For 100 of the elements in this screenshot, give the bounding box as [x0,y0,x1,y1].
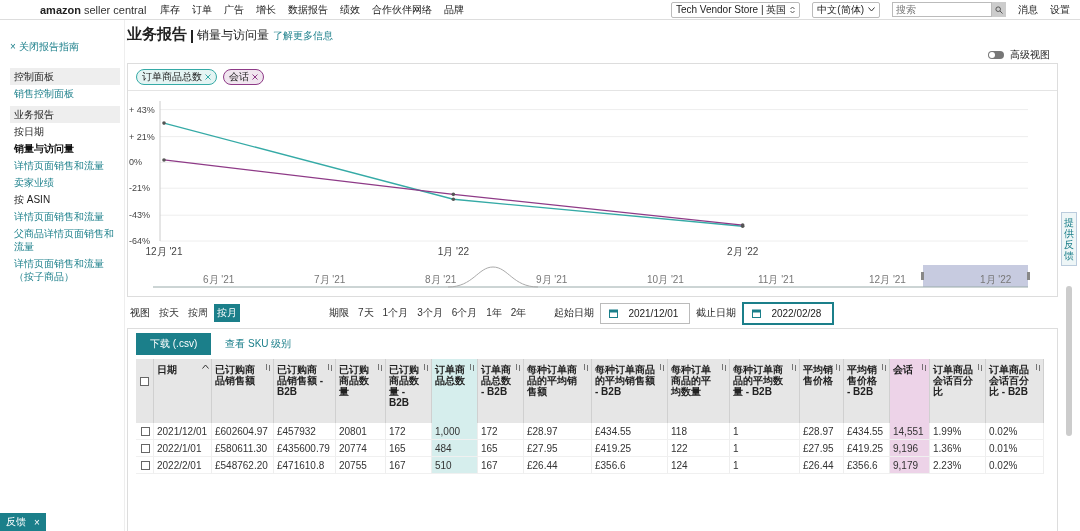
range-tab[interactable]: 6个月 [448,304,481,322]
search-button[interactable] [992,2,1006,17]
table-cell: 1.99% [930,423,986,440]
sort-icon[interactable] [835,364,841,371]
end-date-field[interactable]: 2022/02/28 [742,301,835,325]
view-tab[interactable]: 按周 [185,304,211,322]
sort-icon[interactable] [423,364,429,371]
table-cell: £356.6 [592,457,668,474]
y-axis-label: -21% [129,183,150,194]
close-guide-link[interactable]: × 关闭报告指南 [10,40,79,54]
nav-item[interactable]: 合作伙伴网络 [372,2,433,17]
sidebar-section[interactable]: 控制面板 [10,68,120,85]
search-icon [995,5,1003,14]
sort-icon[interactable] [265,364,271,371]
sort-icon[interactable] [377,364,383,371]
range-tab[interactable]: 7天 [355,304,377,322]
nav-item[interactable]: 品牌 [444,2,465,17]
sidebar-link[interactable]: 销量与访问量 [10,140,120,157]
sort-icon[interactable] [721,364,727,371]
nav-item[interactable]: 绩效 [340,2,361,17]
nav-item[interactable]: 广告 [224,2,245,17]
legend-chip[interactable]: 会话 [223,69,264,85]
table-cell: 510 [432,457,478,474]
view-tab[interactable]: 按月 [214,304,240,322]
timeline-label: 10月 '21 [647,274,684,285]
range-selector[interactable] [921,265,1030,287]
sort-icon[interactable] [469,364,475,371]
timeline-label: 1月 '22 [980,274,1012,285]
table-cell: 9,196 [890,440,930,457]
feedback-tab[interactable]: 提供反馈 [1061,212,1077,266]
updown-icon [790,5,796,14]
table-cell: 1 [730,440,800,457]
row-checkbox[interactable] [141,461,150,470]
sidebar-link[interactable]: 父商品详情页面销售和流量 [10,225,120,255]
range-tab[interactable]: 3个月 [414,304,446,322]
table-cell: 167 [478,457,524,474]
feedback-button[interactable]: 反馈 [6,515,26,529]
table-cell: £548762.20 [212,457,274,474]
sort-icon[interactable] [791,364,797,371]
table-cell: 122 [668,440,730,457]
nav-item[interactable]: 数据报告 [288,2,329,17]
table-cell: 20801 [336,423,386,440]
table-cell: 118 [668,423,730,440]
sidebar-group: 按 ASIN [10,191,120,208]
legend-chip[interactable]: 订单商品总数 [136,69,217,85]
language-selector[interactable]: 中文(简体) [812,1,880,18]
close-button[interactable]: × [34,516,40,528]
range-tab[interactable]: 1个月 [379,304,412,322]
timeline-navigator[interactable]: 6月 '21 7月 '21 8月 '21 9月 '21 10月 '21 11月 '21 12月 '21 1月 '22 [128,263,1043,301]
sort-icon[interactable] [1035,364,1041,371]
sidebar-link[interactable]: 详情页面销售和流量（按子商品） [10,255,120,285]
range-tab[interactable]: 1年 [483,304,505,322]
download-button[interactable]: 下载 (.csv) [136,333,212,355]
learn-more-link[interactable]: 了解更多信息 [273,29,333,43]
table-cell: 20755 [336,457,386,474]
select-all-checkbox[interactable] [140,377,149,386]
search-field[interactable]: 搜索 [892,2,992,17]
scrollbar[interactable] [1066,286,1072,436]
row-checkbox[interactable] [141,444,150,453]
toggle-switch[interactable] [988,51,1004,59]
start-date-field[interactable]: 2021/12/01 [600,302,691,324]
sidebar-section[interactable]: 业务报告 [10,106,120,123]
range-tab[interactable]: 2年 [507,304,530,322]
sidebar-link[interactable]: 详情页面销售和流量 [10,208,120,225]
sort-icon[interactable] [659,364,665,371]
table-cell: £26.44 [524,457,592,474]
sort-icon[interactable] [977,364,983,371]
nav-item[interactable]: 库存 [160,2,181,17]
sort-icon[interactable] [583,364,589,371]
sidebar-link[interactable]: 卖家业绩 [10,174,120,191]
sort-icon[interactable] [921,364,927,371]
table-cell: £419.25 [592,440,668,457]
timeline-label: 8月 '21 [425,274,457,285]
row-checkbox[interactable] [141,427,150,436]
timeline-label: 9月 '21 [536,274,568,285]
sidebar-link[interactable]: 销售控制面板 [10,85,120,102]
column-header[interactable]: 会话 [893,364,913,375]
header-link[interactable]: 消息 [1018,2,1038,17]
nav-item[interactable]: 增长 [256,2,277,17]
close-icon[interactable] [205,74,211,80]
y-axis-label: -43% [129,210,150,221]
close-icon[interactable] [252,74,258,80]
sidebar-link[interactable]: 详情页面销售和流量 [10,157,120,174]
sort-icon[interactable] [327,364,333,371]
sort-ascending-icon[interactable] [202,364,209,369]
sort-icon[interactable] [881,364,887,371]
timeline-label: 12月 '21 [869,274,906,285]
table-cell: £27.95 [524,440,592,457]
table-cell: 124 [668,457,730,474]
nav-item[interactable]: 订单 [192,2,213,17]
view-tab[interactable]: 按天 [156,304,182,322]
sku-link[interactable]: 查看 SKU 级别 [225,337,292,351]
x-axis-label: 2月 '22 [727,246,759,257]
table-cell: £28.97 [524,423,592,440]
sort-icon[interactable] [515,364,521,371]
y-axis-label: + 21% [129,131,155,142]
header-link[interactable]: 设置 [1050,2,1070,17]
y-axis-label: -64% [129,236,150,246]
column-header[interactable]: 日期 [157,364,177,375]
store-selector[interactable]: Tech Vendor Store | 英国 [670,1,801,18]
